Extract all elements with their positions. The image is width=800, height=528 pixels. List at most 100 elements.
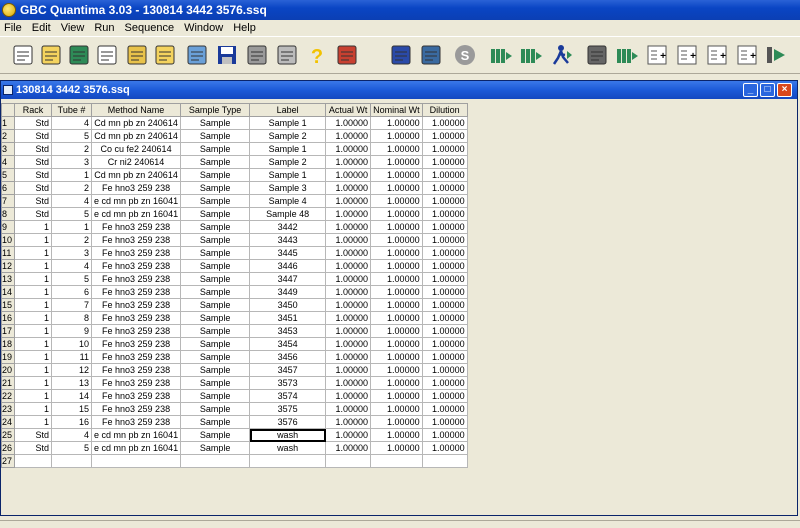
add-all-icon[interactable]: + — [704, 41, 730, 69]
table-cell-dilution[interactable]: 1.00000 — [421, 129, 468, 143]
column-header-method-name[interactable]: Method Name — [91, 103, 182, 117]
table-cell-dilution[interactable]: 1.00000 — [421, 220, 468, 234]
table-cell-rack[interactable]: 1 — [14, 376, 53, 390]
table-cell-actual-wt[interactable]: 1.00000 — [325, 116, 372, 130]
table-cell-tube-[interactable]: 4 — [51, 428, 93, 442]
table-row[interactable]: 20 1 12 Fe hno3 259 238 Sample 3457 1.00000 1.0… — [1, 363, 468, 377]
table-cell-nominal-wt[interactable]: 1.00000 — [370, 220, 423, 234]
table-cell-tube-[interactable]: 1 — [51, 220, 93, 234]
table-cell-sample-type[interactable]: Sample — [180, 194, 251, 208]
table-cell-label[interactable]: 3446 — [249, 259, 327, 273]
table-cell-actual-wt[interactable]: 1.00000 — [325, 389, 372, 403]
calibrate-icon[interactable] — [334, 41, 360, 69]
table-cell-method-name[interactable]: e cd mn pb zn 16041 — [91, 207, 182, 221]
row-number[interactable]: 22 — [1, 389, 16, 403]
column-header-dilution[interactable]: Dilution — [421, 103, 468, 117]
row-number[interactable]: 15 — [1, 298, 16, 312]
column-header-tube-[interactable]: Tube # — [51, 103, 93, 117]
table-row[interactable]: 17 1 9 Fe hno3 259 238 Sample 3453 1.00000 1.00… — [1, 324, 468, 338]
table-cell-nominal-wt[interactable]: 1.00000 — [370, 259, 423, 273]
table-cell-nominal-wt[interactable]: 1.00000 — [370, 129, 423, 143]
print-icon[interactable] — [244, 41, 270, 69]
table-cell-method-name[interactable]: Fe hno3 259 238 — [91, 285, 182, 299]
table-cell-nominal-wt[interactable]: 1.00000 — [370, 142, 423, 156]
table-cell-nominal-wt[interactable]: 1.00000 — [370, 415, 423, 429]
table-row[interactable]: 13 1 5 Fe hno3 259 238 Sample 3447 1.00000 1.00… — [1, 272, 468, 286]
table-cell-actual-wt[interactable]: 1.00000 — [325, 220, 372, 234]
table-cell-method-name[interactable]: Fe hno3 259 238 — [91, 376, 182, 390]
table-cell-dilution[interactable]: 1.00000 — [421, 181, 468, 195]
table-cell-actual-wt[interactable]: 1.00000 — [325, 285, 372, 299]
table-cell-label[interactable]: 3450 — [249, 298, 327, 312]
table-cell-rack[interactable]: 1 — [14, 272, 53, 286]
table-cell-method-name[interactable]: Fe hno3 259 238 — [91, 233, 182, 247]
table-cell-dilution[interactable]: 1.00000 — [421, 116, 468, 130]
table-cell-method-name[interactable]: Fe hno3 259 238 — [91, 337, 182, 351]
table-cell-actual-wt[interactable]: 1.00000 — [325, 246, 372, 260]
table-row[interactable]: 23 1 15 Fe hno3 259 238 Sample 3575 1.00000 1.0… — [1, 402, 468, 416]
table-cell-label[interactable]: Sample 2 — [249, 129, 327, 143]
table-cell-label[interactable]: Sample 2 — [249, 155, 327, 169]
table-cell-sample-type[interactable]: Sample — [180, 298, 251, 312]
table-cell-dilution[interactable]: 1.00000 — [421, 389, 468, 403]
close-button[interactable]: × — [777, 83, 792, 97]
menu-sequence[interactable]: Sequence — [125, 22, 175, 34]
table-cell-rack[interactable]: 1 — [14, 337, 53, 351]
table-cell-actual-wt[interactable]: 1.00000 — [325, 298, 372, 312]
table-cell-rack[interactable]: Std — [14, 194, 53, 208]
table-cell-method-name[interactable]: Fe hno3 259 238 — [91, 220, 182, 234]
table-cell-dilution[interactable] — [421, 454, 468, 468]
table-row[interactable]: 8 Std 5 e cd mn pb zn 16041 Sample Sample 48 1… — [1, 207, 468, 221]
table-cell-tube-[interactable]: 11 — [51, 350, 93, 364]
table-cell-sample-type[interactable]: Sample — [180, 233, 251, 247]
table-cell-rack[interactable]: 1 — [14, 285, 53, 299]
row-number[interactable]: 26 — [1, 441, 16, 455]
table-cell-tube-[interactable]: 15 — [51, 402, 93, 416]
table-cell-sample-type[interactable]: Sample — [180, 441, 251, 455]
row-number[interactable]: 19 — [1, 350, 16, 364]
table-row[interactable]: 15 1 7 Fe hno3 259 238 Sample 3450 1.00000 1.00… — [1, 298, 468, 312]
table-cell-nominal-wt[interactable]: 1.00000 — [370, 285, 423, 299]
table-cell-label[interactable]: 3447 — [249, 272, 327, 286]
table-cell-tube-[interactable]: 13 — [51, 376, 93, 390]
table-cell-label[interactable]: 3453 — [249, 324, 327, 338]
save-icon[interactable] — [214, 41, 240, 69]
chart-icon[interactable] — [184, 41, 210, 69]
table-cell-rack[interactable]: 1 — [14, 298, 53, 312]
table-cell-label[interactable]: 3449 — [249, 285, 327, 299]
table-cell-dilution[interactable]: 1.00000 — [421, 337, 468, 351]
table-cell-nominal-wt[interactable]: 1.00000 — [370, 376, 423, 390]
table-cell-tube-[interactable]: 6 — [51, 285, 93, 299]
table-cell-rack[interactable]: 1 — [14, 402, 53, 416]
help-icon[interactable]: ? — [304, 41, 330, 69]
table-cell-tube-[interactable]: 5 — [51, 272, 93, 286]
table-cell-sample-type[interactable]: Sample — [180, 415, 251, 429]
table-cell-label[interactable] — [249, 454, 327, 468]
table-cell-nominal-wt[interactable] — [370, 454, 423, 468]
row-number[interactable]: 1 — [1, 116, 16, 130]
table-row[interactable]: 12 1 4 Fe hno3 259 238 Sample 3446 1.00000 1.00… — [1, 259, 468, 273]
table-cell-tube-[interactable] — [51, 454, 93, 468]
table-cell-method-name[interactable]: Cd mn pb zn 240614 — [91, 116, 182, 130]
table-cell-sample-type[interactable]: Sample — [180, 207, 251, 221]
table-cell-dilution[interactable]: 1.00000 — [421, 363, 468, 377]
table-cell-label[interactable]: Sample 1 — [249, 168, 327, 182]
table-cell-method-name[interactable]: Fe hno3 259 238 — [91, 402, 182, 416]
table-cell-actual-wt[interactable]: 1.00000 — [325, 194, 372, 208]
table-cell-tube-[interactable]: 2 — [51, 233, 93, 247]
row-number[interactable]: 17 — [1, 324, 16, 338]
table-cell-dilution[interactable]: 1.00000 — [421, 428, 468, 442]
table-row[interactable]: 6 Std 2 Fe hno3 259 238 Sample Sample 3 1.0000… — [1, 181, 468, 195]
sequence-icon[interactable] — [66, 41, 92, 69]
table-cell-rack[interactable]: 1 — [14, 415, 53, 429]
table-cell-method-name[interactable]: e cd mn pb zn 16041 — [91, 428, 182, 442]
table-cell-sample-type[interactable]: Sample — [180, 350, 251, 364]
table-cell-dilution[interactable]: 1.00000 — [421, 311, 468, 325]
table-cell-nominal-wt[interactable]: 1.00000 — [370, 402, 423, 416]
row-number[interactable]: 23 — [1, 402, 16, 416]
row-number[interactable]: 8 — [1, 207, 16, 221]
table-row[interactable]: 11 1 3 Fe hno3 259 238 Sample 3445 1.00000 1.00… — [1, 246, 468, 260]
table-cell-tube-[interactable]: 5 — [51, 207, 93, 221]
table-cell-method-name[interactable]: e cd mn pb zn 16041 — [91, 194, 182, 208]
table-cell-dilution[interactable]: 1.00000 — [421, 415, 468, 429]
